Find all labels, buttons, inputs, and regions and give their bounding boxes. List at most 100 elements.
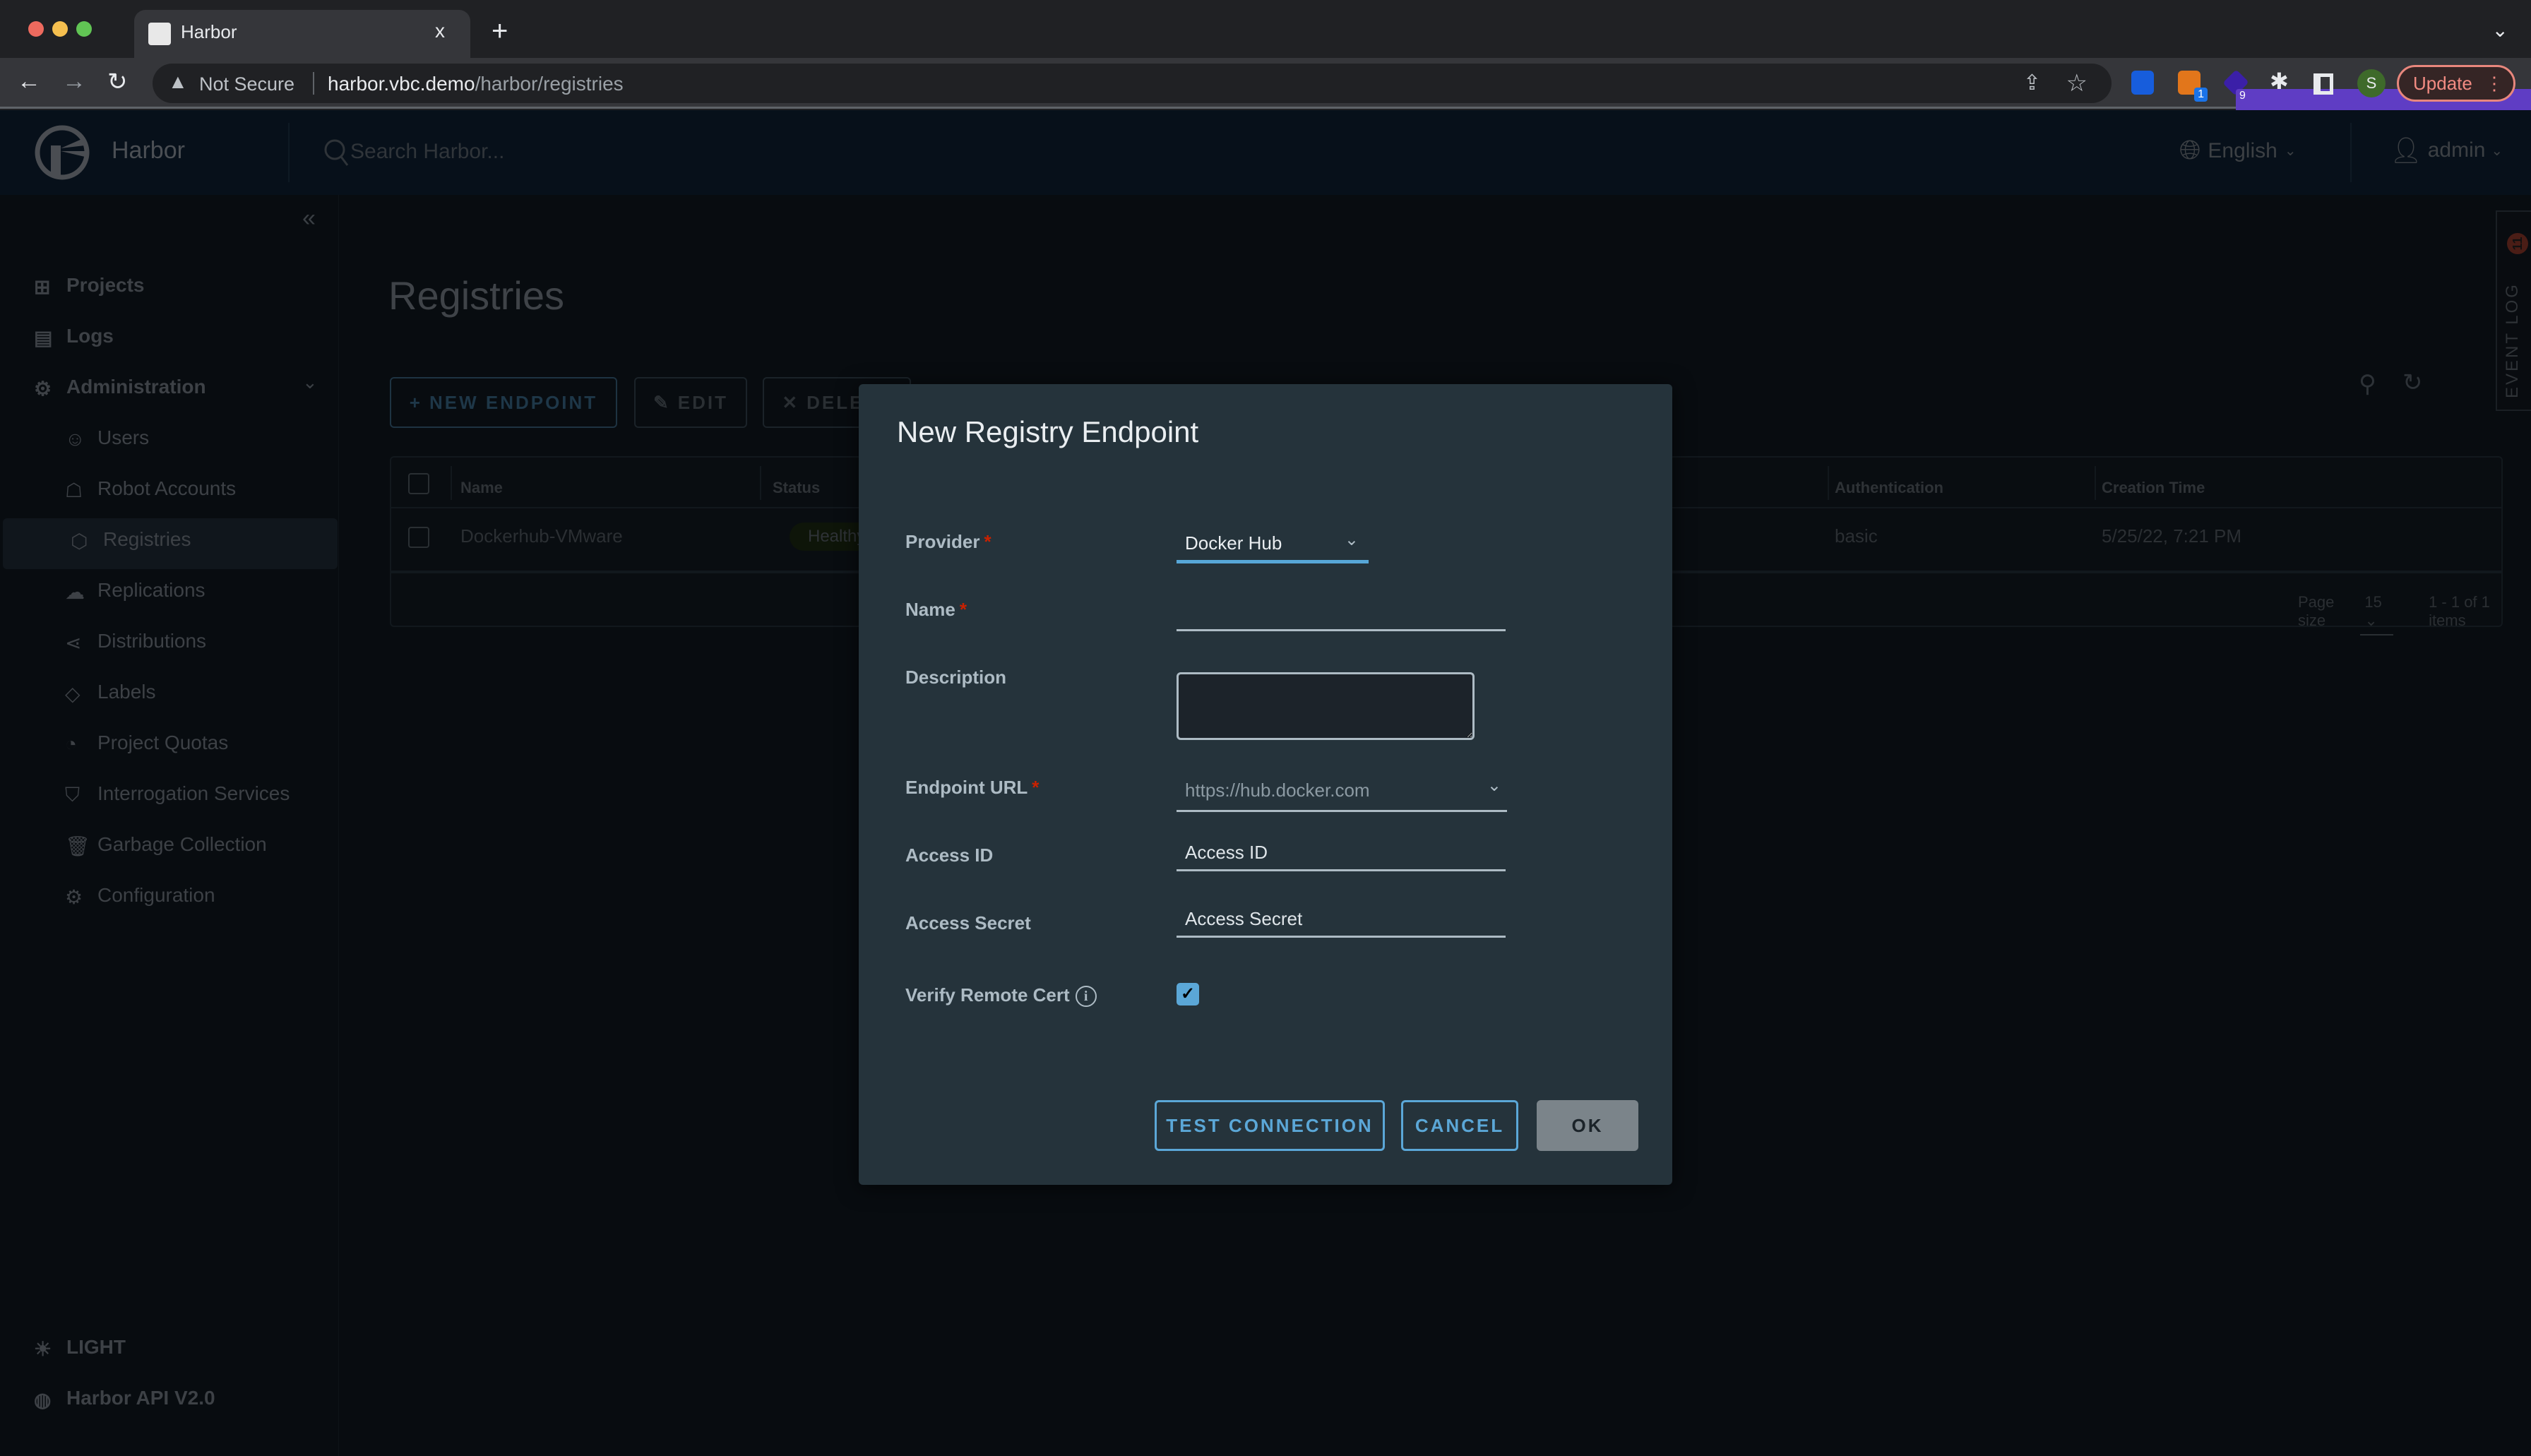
column-header-authentication[interactable]: Authentication [1835, 479, 1943, 497]
chevron-down-icon: ⌄ [2284, 143, 2297, 159]
tab-search-chevron-icon[interactable]: ⌄ [2492, 18, 2508, 42]
sidebar-item-projects[interactable]: ⊞ Projects [34, 274, 145, 298]
sidebar-item-replications[interactable]: ☁ Replications [65, 579, 206, 603]
new-endpoint-label: NEW ENDPOINT [429, 391, 598, 413]
sidebar-item-label: Interrogation Services [97, 782, 290, 804]
reload-icon[interactable]: ↻ [107, 68, 128, 96]
new-tab-button[interactable]: + [492, 16, 508, 47]
warning-icon[interactable]: ▲ [168, 71, 188, 93]
tab-close-icon[interactable]: x [435, 20, 445, 42]
sidebar-item-logs[interactable]: ▤ Logs [34, 325, 114, 349]
sidebar-item-labels[interactable]: ◇ Labels [65, 681, 156, 705]
column-header-status[interactable]: Status [773, 479, 820, 497]
info-icon[interactable]: i [1075, 986, 1097, 1008]
maximize-window-button[interactable] [76, 21, 92, 37]
back-arrow-icon[interactable]: ← [17, 68, 41, 95]
share-icon[interactable]: ⇪ [2023, 71, 2041, 95]
sidebar-item-label: Distributions [97, 630, 207, 652]
url-path: /harbor/registries [475, 73, 624, 95]
harbor-logo-icon[interactable] [34, 124, 90, 181]
select-all-checkbox[interactable] [408, 473, 429, 494]
metamask-extension-icon[interactable]: 1 [2178, 71, 2208, 102]
new-endpoint-button[interactable]: + NEW ENDPOINT [390, 377, 617, 428]
column-divider [1828, 466, 1829, 500]
replications-icon: ☁ [65, 581, 85, 603]
verify-remote-cert-checkbox[interactable]: ✓ [1177, 983, 1199, 1006]
update-button[interactable]: Update ⋮ [2397, 65, 2515, 102]
gear-icon: ⚙ [65, 886, 83, 908]
sidebar-item-users[interactable]: ☺ Users [65, 426, 149, 450]
description-textarea[interactable] [1177, 672, 1475, 740]
address-bar[interactable]: ▲ Not Secure harbor.vbc.demo/harbor/regi… [153, 64, 2112, 103]
ok-button[interactable]: OK [1537, 1100, 1638, 1151]
sidebar-item-label: Configuration [97, 884, 215, 906]
omnibox-divider [313, 72, 314, 95]
side-panel-icon[interactable] [2313, 73, 2333, 95]
test-connection-button[interactable]: TEST CONNECTION [1155, 1100, 1385, 1151]
api-link-label: Harbor API V2.0 [66, 1387, 215, 1409]
sidebar-item-label: Administration [66, 376, 206, 398]
globe-icon: 🌐︎ [2179, 136, 2201, 165]
access-id-label: Access ID [905, 845, 994, 866]
extension-badge: 1 [2194, 88, 2208, 102]
sidebar-item-label: Projects [66, 274, 145, 296]
sidebar-item-configuration[interactable]: ⚙ Configuration [65, 884, 215, 908]
bookmark-star-icon[interactable]: ☆ [2066, 69, 2088, 97]
sidebar-item-garbage-collection[interactable]: 🗑︎ Garbage Collection [65, 833, 267, 857]
api-explorer-link[interactable]: ◍ Harbor API V2.0 [34, 1387, 215, 1411]
more-menu-icon[interactable]: ⋮ [2485, 67, 2503, 100]
page-size-select[interactable]: 15 ⌄ [2360, 593, 2394, 635]
collapse-sidebar-icon[interactable]: « [302, 205, 316, 232]
column-header-creation-time[interactable]: Creation Time [2102, 479, 2205, 497]
url-text[interactable]: harbor.vbc.demo/harbor/registries [328, 73, 624, 95]
theme-toggle[interactable]: ☀ LIGHT [34, 1336, 126, 1360]
logs-icon: ▤ [34, 327, 53, 349]
security-label[interactable]: Not Secure [199, 73, 294, 95]
access-secret-input[interactable] [1177, 902, 1506, 938]
trash-icon: 🗑︎ [65, 835, 90, 857]
column-header-name[interactable]: Name [460, 479, 503, 497]
row-checkbox[interactable] [408, 527, 429, 548]
name-input[interactable] [1177, 596, 1506, 631]
sidebar-item-registries[interactable]: ⬡ Registries [71, 528, 191, 552]
new-registry-endpoint-dialog: New Registry Endpoint Provider * Docker H… [859, 384, 1672, 1185]
labels-icon: ◇ [65, 683, 81, 705]
endpoint-url-select[interactable]: https://hub.docker.com ⌄ [1177, 772, 1507, 812]
access-secret-label: Access Secret [905, 912, 1031, 933]
provider-label-text: Provider [905, 531, 980, 552]
cell-creation-time: 5/25/22, 7:21 PM [2102, 525, 2242, 547]
profile-avatar[interactable]: S [2357, 69, 2386, 97]
access-id-input[interactable] [1177, 836, 1506, 871]
bitwarden-extension-icon[interactable] [2131, 71, 2154, 95]
forward-arrow-icon[interactable]: → [62, 68, 86, 95]
refresh-icon[interactable]: ↻ [2402, 369, 2423, 397]
endpoint-url-label: Endpoint URL * [905, 777, 1039, 799]
event-log-label: EVENT LOG [2503, 282, 2522, 398]
app-name[interactable]: Harbor [112, 137, 185, 165]
sidebar-item-interrogation-services[interactable]: ⛉ Interrogation Services [65, 782, 290, 806]
close-window-button[interactable] [28, 21, 44, 37]
chevron-down-icon: ⌄ [1487, 776, 1501, 795]
edit-button[interactable]: ✎ EDIT [634, 377, 747, 428]
sidebar-item-project-quotas[interactable]: ◔ Project Quotas [65, 732, 228, 755]
app-header: Harbor 🌐︎ English ⌄ 👤︎ admin ⌄ [0, 110, 2531, 195]
cancel-button[interactable]: CANCEL [1401, 1100, 1518, 1151]
language-dropdown[interactable]: 🌐︎ English ⌄ [2179, 136, 2297, 166]
event-log-tab[interactable]: 11 EVENT LOG [2496, 210, 2531, 411]
table-search-icon[interactable]: ⚲ [2359, 370, 2376, 398]
extensions-puzzle-icon[interactable]: ✱ [2270, 68, 2289, 95]
provider-select[interactable]: Docker Hub ⌄ [1177, 525, 1369, 563]
dialog-title: New Registry Endpoint [897, 415, 1199, 448]
chevron-down-icon[interactable]: ⌄ [302, 371, 318, 393]
tab-title: Harbor [181, 21, 237, 42]
sidebar-item-label: Garbage Collection [97, 833, 267, 855]
shield-icon: ⛉ [65, 784, 81, 806]
minimize-window-button[interactable] [52, 21, 68, 37]
user-menu[interactable]: 👤︎ admin ⌄ [2390, 136, 2503, 165]
registries-icon: ⬡ [71, 530, 88, 552]
sidebar-item-distributions[interactable]: ⋖ Distributions [65, 630, 207, 654]
sidebar-item-robot-accounts[interactable]: ☖ Robot Accounts [65, 477, 236, 501]
sidebar-item-administration[interactable]: ⚙ Administration [34, 376, 206, 400]
cell-name[interactable]: Dockerhub-VMware [460, 525, 623, 547]
global-search-input[interactable] [350, 134, 774, 169]
